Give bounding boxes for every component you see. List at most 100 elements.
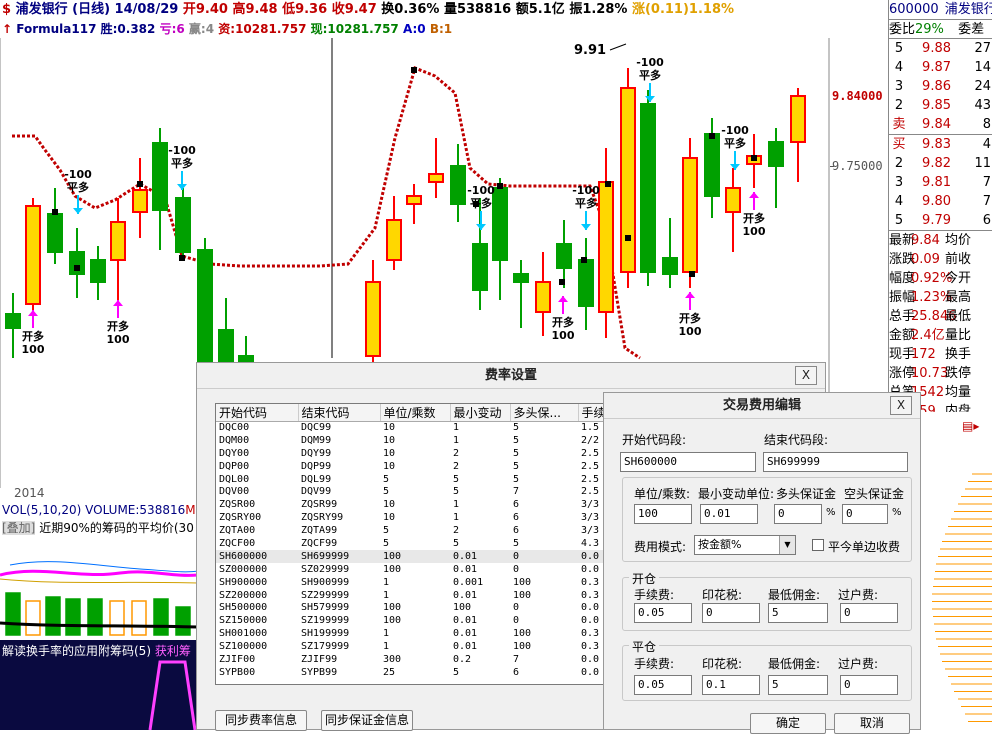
stat-k2: 换手 bbox=[945, 347, 972, 362]
fee-col-header[interactable]: 多头保... bbox=[510, 404, 579, 422]
buy-level-row[interactable]: 2 9.82 11 bbox=[889, 154, 992, 173]
fee-col-header[interactable]: 开始代码 bbox=[216, 404, 299, 422]
fee-cell: ZQSR99 bbox=[301, 499, 338, 511]
fee-cell: SZ029999 bbox=[301, 563, 350, 575]
buy-level-row[interactable]: 5 9.79 6 bbox=[889, 211, 992, 230]
sell-level-row[interactable]: 2 9.85 43 bbox=[889, 96, 992, 115]
ok-button[interactable]: 确定 bbox=[750, 713, 826, 734]
min-tick-input[interactable]: 0.01 bbox=[700, 504, 758, 524]
overlay-tag[interactable]: [叠加] bbox=[2, 521, 36, 535]
short-margin-input[interactable]: 0 bbox=[842, 504, 888, 524]
fee-dialog-titlebar[interactable]: 费率设置 X bbox=[197, 363, 825, 389]
fee-table-row[interactable]: SYPB00 SYPB99 25 5 6 0.0 bbox=[216, 666, 606, 679]
fee-table-row[interactable]: SH001000 SH199999 1 0.01 100 0.3 bbox=[216, 628, 606, 641]
bottom-indicator-panel[interactable]: 解读换手率的应用附筹码(5) 获利筹 bbox=[0, 640, 198, 730]
fee-cell: DQM99 bbox=[301, 434, 332, 446]
rp-stock[interactable]: 600000 浦发银行 bbox=[889, 0, 992, 19]
quote-amplitude: 振1.28% bbox=[569, 2, 628, 17]
fee-mode-label: 费用模式: bbox=[634, 540, 687, 554]
close-min-input[interactable]: 5 bbox=[768, 675, 828, 695]
open-min-input[interactable]: 5 bbox=[768, 603, 828, 623]
sell-level-row[interactable]: 4 9.87 14 bbox=[889, 58, 992, 77]
fee-table-row[interactable]: SZ200000 SZ299999 1 0.01 100 0.3 bbox=[216, 589, 606, 602]
open-stamp-input[interactable]: 0 bbox=[702, 603, 760, 623]
close-stamp-input[interactable]: 0.1 bbox=[702, 675, 760, 695]
fee-col-header[interactable]: 结束代码 bbox=[298, 404, 381, 422]
fee-cell: 6 bbox=[513, 525, 520, 537]
buy-level-row[interactable]: 4 9.80 7 bbox=[889, 192, 992, 211]
fee-table-row[interactable]: ZQCF00 ZQCF99 5 5 5 4.3 bbox=[216, 537, 606, 551]
edit-dialog-close-button[interactable]: X bbox=[890, 396, 912, 415]
fee-table-row[interactable]: SH600000 SH699999 100 0.01 0 0.0 bbox=[216, 550, 606, 564]
stop-marker bbox=[605, 181, 611, 187]
fee-cell: 6 bbox=[513, 499, 520, 511]
fee-col-header[interactable]: 最小变动 bbox=[450, 404, 511, 422]
fee-table-row[interactable]: DQP00 DQP99 10 2 5 2.5 bbox=[216, 460, 606, 473]
stat-k2: 今开 bbox=[945, 271, 972, 286]
sell-price: 9.88 bbox=[922, 41, 951, 56]
candle-body bbox=[386, 219, 402, 261]
fee-table-row[interactable]: DQM00 DQM99 10 1 5 2/2 bbox=[216, 434, 606, 447]
fee-table-row[interactable]: DQV00 DQV99 5 5 7 2.5 bbox=[216, 486, 606, 499]
quote-turnover: 换0.36% bbox=[381, 2, 440, 17]
sell-level: 4 bbox=[894, 60, 904, 75]
sync-rate-button[interactable]: 同步费率信息 bbox=[215, 710, 307, 731]
chevron-down-icon[interactable]: ▼ bbox=[779, 536, 795, 554]
fee-table-row[interactable]: DQC00 DQC99 10 1 5 1.5 bbox=[216, 422, 606, 435]
close-today-checkbox[interactable] bbox=[812, 539, 824, 551]
indicator-current: 现:10281.757 bbox=[310, 22, 399, 36]
fee-table-row[interactable]: SZ150000 SZ199999 100 0.01 0 0.0 bbox=[216, 615, 606, 628]
flag-icon[interactable]: ▤▸ bbox=[962, 419, 988, 435]
open-commission-input[interactable]: 0.05 bbox=[634, 603, 692, 623]
fee-cell: 5 bbox=[513, 537, 520, 549]
stat-k1: 现手 bbox=[889, 347, 916, 362]
close-commission-input[interactable]: 0.05 bbox=[634, 675, 692, 695]
price-tick-high: 9.84000 bbox=[832, 89, 883, 103]
fee-dialog-close-button[interactable]: X bbox=[795, 366, 817, 385]
fee-cell: 100 bbox=[513, 576, 532, 588]
buy-level-row[interactable]: 3 9.81 7 bbox=[889, 173, 992, 192]
fee-table-row[interactable]: ZQTA00 ZQTA99 5 2 6 3/3 bbox=[216, 525, 606, 538]
volume-chart[interactable] bbox=[0, 535, 198, 640]
rp-weibi-row: 委比29% 委差 bbox=[889, 19, 992, 38]
buy-vol: 11 bbox=[974, 156, 991, 171]
fee-table-row[interactable]: ZQSRY00 ZQSRY99 10 1 6 3/3 bbox=[216, 512, 606, 525]
sell-level-row[interactable]: 5 9.88 27 bbox=[889, 39, 992, 58]
cancel-button[interactable]: 取消 bbox=[834, 713, 910, 734]
stop-marker bbox=[709, 133, 715, 139]
indicator-name[interactable]: Formula117 bbox=[16, 22, 96, 36]
sync-margin-button[interactable]: 同步保证金信息 bbox=[321, 710, 413, 731]
unit-input[interactable]: 100 bbox=[634, 504, 692, 524]
sell-level-row[interactable]: 3 9.86 24 bbox=[889, 77, 992, 96]
fee-cell: SZ000000 bbox=[219, 563, 268, 575]
candle-body bbox=[132, 189, 148, 213]
fee-table-row[interactable]: SH900000 SH900999 1 0.001 100 0.3 bbox=[216, 576, 606, 589]
stat-row: 涨停 10.73 跌停 bbox=[889, 364, 992, 383]
fee-table[interactable]: 开始代码 结束代码 单位/乘数 最小变动 多头保... 手续 DQC00 DQC99 10 1 5… bbox=[215, 403, 607, 685]
candle-body bbox=[90, 259, 106, 283]
open-transfer-input[interactable]: 0 bbox=[840, 603, 898, 623]
fee-table-row[interactable]: SZ000000 SZ029999 100 0.01 0 0.0 bbox=[216, 563, 606, 576]
fee-cell: 1 bbox=[453, 512, 460, 524]
sell-level-row[interactable]: 卖 9.84 8 bbox=[889, 115, 992, 134]
fee-table-row[interactable]: ZJIF00 ZJIF99 300 0.2 7 0.0 bbox=[216, 654, 606, 667]
close-transfer-input[interactable]: 0 bbox=[840, 675, 898, 695]
fee-table-row[interactable]: SZ100000 SZ179999 1 0.01 100 0.3 bbox=[216, 641, 606, 654]
close-transfer-label: 过户费: bbox=[838, 657, 879, 671]
fee-cell: DQV99 bbox=[301, 486, 332, 498]
fee-mode-select[interactable]: 按金额% ▼ bbox=[694, 535, 796, 555]
candle-body bbox=[768, 141, 784, 167]
stock-name[interactable]: 浦发银行 bbox=[16, 2, 68, 17]
fee-cell: 1 bbox=[383, 576, 390, 588]
fee-table-row[interactable]: ZQSR00 ZQSR99 10 1 6 3/3 bbox=[216, 499, 606, 512]
start-code-input[interactable]: SH600000 bbox=[620, 452, 756, 472]
buy-level-row[interactable]: 买 9.83 4 bbox=[889, 135, 992, 154]
end-code-input[interactable]: SH699999 bbox=[763, 452, 908, 472]
edit-dialog-titlebar[interactable]: 交易费用编辑 X bbox=[604, 393, 920, 419]
long-margin-input[interactable]: 0 bbox=[774, 504, 822, 524]
open-min-label: 最低佣金: bbox=[768, 588, 821, 602]
fee-table-row[interactable]: DQY00 DQY99 10 2 5 2.5 bbox=[216, 447, 606, 460]
fee-col-header[interactable]: 单位/乘数 bbox=[380, 404, 451, 422]
fee-table-row[interactable]: DQL00 DQL99 5 5 5 2.5 bbox=[216, 473, 606, 486]
fee-table-row[interactable]: SH500000 SH579999 100 100 0 0.0 bbox=[216, 602, 606, 615]
